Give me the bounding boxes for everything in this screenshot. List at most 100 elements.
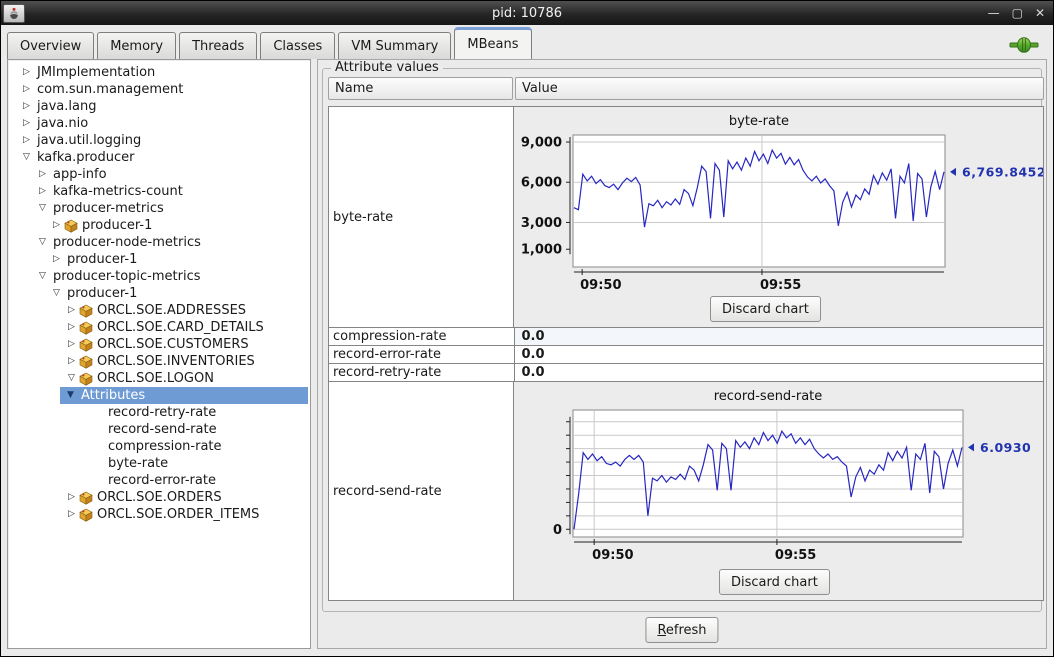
tree-item-app-info[interactable]: ▷app-info xyxy=(8,166,310,183)
maximize-icon[interactable]: ▢ xyxy=(1012,7,1023,19)
title-bar: pid: 10786 — ▢ ✕ xyxy=(1,1,1053,25)
tree-item-label: producer-node-metrics xyxy=(51,235,203,250)
expand-toggle-icon[interactable]: ▷ xyxy=(20,85,33,94)
tree-item-label: record-send-rate xyxy=(106,422,219,437)
tree-item-orcl-soe-order-items[interactable]: ▷ORCL.SOE.ORDER_ITEMS xyxy=(8,506,310,523)
expand-toggle-icon[interactable]: ▷ xyxy=(20,102,33,111)
tree-item-attributes[interactable]: ▼Attributes xyxy=(8,387,310,404)
tree-item-label: java.lang xyxy=(35,99,98,114)
tree-item-label: compression-rate xyxy=(106,439,224,454)
attr-name-cell[interactable]: record-error-rate xyxy=(329,346,515,363)
tree-item-com-sun-management[interactable]: ▷com.sun.management xyxy=(8,81,310,98)
expand-toggle-icon[interactable]: ▽ xyxy=(36,272,49,281)
expand-toggle-icon[interactable]: ▷ xyxy=(20,68,33,77)
expand-toggle-icon[interactable]: ▷ xyxy=(50,221,63,230)
table-row-record-send-rate: record-send-raterecord-send-rate009:5009… xyxy=(329,381,1043,600)
tab-memory[interactable]: Memory xyxy=(97,32,176,59)
mbean-icon xyxy=(79,304,93,318)
tree-item-java-lang[interactable]: ▷java.lang xyxy=(8,98,310,115)
expand-toggle-icon[interactable]: ▽ xyxy=(20,153,33,162)
tree-item-orcl-soe-logon[interactable]: ▽ORCL.SOE.LOGON xyxy=(8,370,310,387)
expand-toggle-icon[interactable]: ▷ xyxy=(36,187,49,196)
tree-item-label: producer-1 xyxy=(65,252,139,267)
expand-toggle-icon[interactable]: ▼ xyxy=(64,391,77,400)
tree-item-compression-rate[interactable]: compression-rate xyxy=(8,438,310,455)
expand-toggle-icon[interactable]: ▽ xyxy=(36,204,49,213)
attr-name-cell[interactable]: byte-rate xyxy=(329,107,514,327)
expand-toggle-icon[interactable]: ▷ xyxy=(20,119,33,128)
mbean-icon xyxy=(79,355,93,369)
expand-toggle-icon[interactable]: ▷ xyxy=(65,323,78,332)
x-axis-tick-label: 09:50 xyxy=(580,278,621,293)
expand-toggle-icon[interactable]: ▷ xyxy=(50,255,63,264)
expand-toggle-icon[interactable]: ▷ xyxy=(65,340,78,349)
expand-toggle-icon[interactable]: ▷ xyxy=(65,510,78,519)
mbeans-tree: ▷JMImplementation▷com.sun.management▷jav… xyxy=(7,59,311,649)
tree-item-orcl-soe-addresses[interactable]: ▷ORCL.SOE.ADDRESSES xyxy=(8,302,310,319)
tree-item-java-util-logging[interactable]: ▷java.util.logging xyxy=(8,132,310,149)
y-axis-tick-label: 0 xyxy=(553,523,562,538)
tree-item-label: java.util.logging xyxy=(35,133,143,148)
tab-classes[interactable]: Classes xyxy=(260,32,335,59)
tree-item-orcl-soe-customers[interactable]: ▷ORCL.SOE.CUSTOMERS xyxy=(8,336,310,353)
tree-item-label: Attributes xyxy=(79,388,147,403)
current-value-marker-icon xyxy=(968,443,974,451)
attributes-panel: Attribute values Name Value byte-rate byt… xyxy=(317,59,1047,649)
discard-chart-button[interactable]: Discard chart xyxy=(719,569,830,595)
close-icon[interactable]: ✕ xyxy=(1035,7,1045,19)
tree-item-orcl-soe-orders[interactable]: ▷ ORCL.SOE.ORDERS xyxy=(8,489,310,506)
tree-item-producer-node-metrics[interactable]: ▽producer-node-metrics xyxy=(8,234,310,251)
tree-item-orcl-soe-card-details[interactable]: ▷ORCL.SOE.CARD_DETAILS xyxy=(8,319,310,336)
expand-toggle-icon[interactable]: ▷ xyxy=(65,306,78,315)
attribute-values-groupbox: Attribute values Name Value byte-ratebyt… xyxy=(322,68,1042,612)
column-header-name[interactable]: Name xyxy=(328,77,513,100)
tree-item-label: java.nio xyxy=(35,116,90,131)
discard-chart-button[interactable]: Discard chart xyxy=(710,296,821,322)
tree-item-record-error-rate[interactable]: record-error-rate xyxy=(8,472,310,489)
tree-item-producer-1[interactable]: ▷producer-1 xyxy=(8,251,310,268)
table-row-record-error-rate: record-error-rate0.0 xyxy=(329,345,1043,363)
groupbox-title: Attribute values xyxy=(331,60,443,75)
tab-overview[interactable]: Overview xyxy=(7,32,94,59)
attr-name-cell[interactable]: record-retry-rate xyxy=(329,364,515,381)
expand-toggle-icon[interactable]: ▷ xyxy=(36,170,49,179)
tree-item-producer-topic-metrics[interactable]: ▽producer-topic-metrics xyxy=(8,268,310,285)
attr-name-cell[interactable]: record-send-rate xyxy=(329,382,514,600)
window-controls: — ▢ ✕ xyxy=(988,1,1045,25)
mbean-icon xyxy=(64,219,78,233)
tree-item-orcl-soe-inventories[interactable]: ▷ORCL.SOE.INVENTORIES xyxy=(8,353,310,370)
chart-title: byte-rate xyxy=(729,114,789,129)
attr-name-cell[interactable]: compression-rate xyxy=(329,328,515,345)
tree-item-producer-metrics[interactable]: ▽producer-metrics xyxy=(8,200,310,217)
tree-item-producer-1[interactable]: ▷producer-1 xyxy=(8,217,310,234)
tree-item-label: kafka.producer xyxy=(35,150,137,165)
expand-toggle-icon[interactable]: ▽ xyxy=(50,289,63,298)
attr-value-cell[interactable]: 0.0 xyxy=(515,328,1043,345)
expand-toggle-icon[interactable]: ▽ xyxy=(36,238,49,247)
tree-item-record-send-rate[interactable]: record-send-rate xyxy=(8,421,310,438)
column-header-value[interactable]: Value xyxy=(515,77,1044,100)
tree-item-kafka-producer[interactable]: ▽kafka.producer xyxy=(8,149,310,166)
current-value-marker-icon xyxy=(950,168,956,176)
x-axis-tick-label: 09:50 xyxy=(592,548,633,563)
tree-item-label: ORCL.SOE.ORDERS xyxy=(95,490,224,505)
tree-item-kafka-metrics-count[interactable]: ▷kafka-metrics-count xyxy=(8,183,310,200)
expand-toggle-icon[interactable]: ▷ xyxy=(20,136,33,145)
tree-item-byte-rate[interactable]: byte-rate xyxy=(8,455,310,472)
minimize-icon[interactable]: — xyxy=(988,7,1000,19)
expand-toggle-icon[interactable]: ▽ xyxy=(65,374,78,383)
tab-threads[interactable]: Threads xyxy=(179,32,257,59)
tree-item-label: kafka-metrics-count xyxy=(51,184,185,199)
tree-item-jmimplementation[interactable]: ▷JMImplementation xyxy=(8,64,310,81)
tab-mbeans[interactable]: MBeans xyxy=(454,27,531,59)
attr-value-cell[interactable]: 0.0 xyxy=(515,364,1043,381)
attr-value-cell[interactable]: 0.0 xyxy=(515,346,1043,363)
expand-toggle-icon[interactable]: ▷ xyxy=(65,357,78,366)
tree-item-record-retry-rate[interactable]: record-retry-rate xyxy=(8,404,310,421)
refresh-button[interactable]: Refresh xyxy=(645,617,718,643)
tree-item-producer-1[interactable]: ▽producer-1 xyxy=(8,285,310,302)
tree-item-java-nio[interactable]: ▷java.nio xyxy=(8,115,310,132)
tab-vm-summary[interactable]: VM Summary xyxy=(338,32,451,59)
expand-toggle-icon[interactable]: ▷ xyxy=(65,493,78,502)
mbean-icon xyxy=(79,491,93,505)
